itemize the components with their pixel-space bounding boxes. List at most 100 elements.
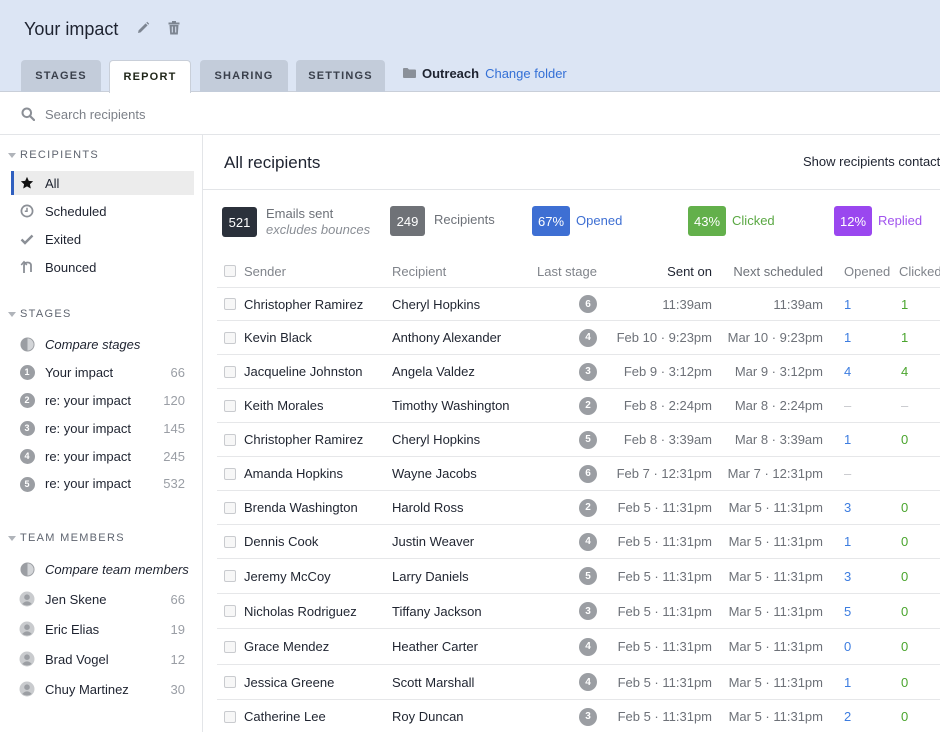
sidebar-item-compare-stages[interactable]: Compare stages: [11, 332, 194, 356]
row-checkbox[interactable]: [224, 399, 236, 412]
search-input[interactable]: [45, 103, 445, 125]
recipient-cell[interactable]: Anthony Alexander: [392, 321, 501, 354]
check-icon: [19, 231, 35, 247]
column-header-sent-on[interactable]: Sent on: [597, 255, 712, 287]
sent-on-cell: Feb 8 · 3:39am: [623, 432, 712, 447]
tab-sharing[interactable]: SHARING: [200, 60, 288, 92]
row-checkbox[interactable]: [224, 433, 236, 446]
clicked-count: 1: [901, 330, 909, 345]
recipient-cell[interactable]: Roy Duncan: [392, 700, 464, 732]
table-row[interactable]: Amanda Hopkins Wayne Jacobs 6 Feb 7 · 12:31…: [217, 457, 940, 491]
table-row[interactable]: Jeremy McCoy Larry Daniels 5 Feb 5 · 11:31p…: [217, 559, 940, 594]
show-contact-toggle[interactable]: Show recipients contact: [803, 154, 940, 169]
recipient-cell[interactable]: Cheryl Hopkins: [392, 423, 480, 456]
column-header-last-stage[interactable]: Last stage: [537, 255, 597, 287]
pencil-icon[interactable]: [136, 21, 152, 37]
column-header-clicked[interactable]: Clicked: [899, 255, 940, 287]
table-row[interactable]: Christopher Ramirez Cheryl Hopkins 5 Feb 8 …: [217, 423, 940, 457]
recipient-cell[interactable]: Wayne Jacobs: [392, 457, 477, 490]
recipient-cell[interactable]: Harold Ross: [392, 491, 464, 524]
sidebar-item-scheduled[interactable]: Scheduled: [11, 199, 194, 223]
row-checkbox[interactable]: [224, 331, 236, 344]
table-row[interactable]: Brenda Washington Harold Ross 2 Feb 5 · 11:…: [217, 491, 940, 525]
row-checkbox[interactable]: [224, 640, 236, 653]
sidebar-item-member[interactable]: Eric Elias 19: [11, 617, 194, 641]
stages-section-toggle[interactable]: STAGES: [8, 308, 72, 320]
recipient-cell[interactable]: Justin Weaver: [392, 525, 474, 558]
caret-down-icon: [8, 535, 16, 541]
recipient-cell[interactable]: Cheryl Hopkins: [392, 288, 480, 320]
column-header-recipient[interactable]: Recipient: [392, 255, 446, 287]
sent-on-cell: Feb 5 · 11:31pm: [617, 709, 712, 724]
sidebar-item-member[interactable]: Brad Vogel 12: [11, 647, 194, 671]
sidebar-item-member[interactable]: Chuy Martinez 30: [11, 677, 194, 701]
sidebar-item-stage-4[interactable]: 4 re: your impact 245: [11, 444, 194, 468]
clicked-count: 0: [901, 639, 909, 654]
row-checkbox[interactable]: [224, 365, 236, 378]
trash-icon[interactable]: [168, 21, 184, 37]
table-row[interactable]: Dennis Cook Justin Weaver 4 Feb 5 · 11:31pm…: [217, 525, 940, 559]
tab-stages[interactable]: STAGES: [21, 60, 101, 92]
stage-badge: 2: [579, 396, 597, 415]
opened-count: 3: [844, 568, 852, 584]
column-header-opened[interactable]: Opened: [844, 255, 890, 287]
row-checkbox[interactable]: [224, 535, 236, 548]
stat-replied[interactable]: 12% Replied: [834, 206, 922, 236]
change-folder-link[interactable]: Change folder: [485, 66, 567, 81]
tab-settings[interactable]: SETTINGS: [296, 60, 385, 92]
opened-count: 3: [844, 500, 852, 515]
sidebar-item-stage-3[interactable]: 3 re: your impact 145: [11, 416, 194, 440]
stat-badge: 43%: [688, 206, 727, 236]
recipients-section-toggle[interactable]: RECIPIENTS: [8, 149, 99, 161]
recipient-cell[interactable]: Tiffany Jackson: [392, 594, 482, 628]
tab-report[interactable]: REPORT: [109, 60, 191, 93]
sidebar-item-compare-team[interactable]: Compare team members: [11, 557, 194, 581]
table-row[interactable]: Kevin Black Anthony Alexander 4 Feb 10 · 9:…: [217, 321, 940, 355]
table-row[interactable]: Nicholas Rodriguez Tiffany Jackson 3 Feb 5 …: [217, 594, 940, 629]
recipient-cell[interactable]: Heather Carter: [392, 629, 478, 664]
sidebar-item-bounced[interactable]: Bounced: [11, 255, 194, 279]
sidebar-item-member[interactable]: Jen Skene 66: [11, 587, 194, 611]
table-row[interactable]: Grace Mendez Heather Carter 4 Feb 5 · 11:31…: [217, 629, 940, 665]
recipients-table: Sender Recipient Last stage Sent on Next…: [217, 255, 940, 732]
table-row[interactable]: Jessica Greene Scott Marshall 4 Feb 5 · 11:…: [217, 665, 940, 700]
sidebar-item-count: 66: [170, 591, 185, 607]
recipient-cell[interactable]: Timothy Washington: [392, 389, 510, 422]
sidebar-item-all[interactable]: All: [11, 171, 194, 195]
row-checkbox[interactable]: [224, 298, 236, 310]
sidebar-item-stage-1[interactable]: 1 Your impact 66: [11, 360, 194, 384]
recipient-cell[interactable]: Larry Daniels: [392, 559, 469, 593]
divider: [203, 189, 940, 190]
row-checkbox[interactable]: [224, 570, 236, 582]
sidebar-item-stage-5[interactable]: 5 re: your impact 532: [11, 472, 194, 492]
opened-count: 1: [844, 674, 852, 690]
stage-badge: 6: [579, 295, 597, 313]
stat-opened[interactable]: 67% Opened: [532, 206, 622, 236]
row-checkbox[interactable]: [224, 605, 236, 617]
row-checkbox[interactable]: [224, 467, 236, 480]
team-section-toggle[interactable]: TEAM MEMBERS: [8, 532, 125, 544]
column-header-next-scheduled[interactable]: Next scheduled: [712, 255, 823, 287]
row-checkbox[interactable]: [224, 501, 236, 514]
sidebar-item-label: Exited: [45, 231, 82, 247]
column-header-sender[interactable]: Sender: [244, 255, 286, 287]
table-row[interactable]: Jacqueline Johnston Angela Valdez 3 Feb 9 ·…: [217, 355, 940, 389]
stat-recipients: 249 Recipients: [390, 206, 495, 236]
stage-badge: 4: [579, 532, 597, 551]
stat-clicked[interactable]: 43% Clicked: [688, 206, 775, 236]
sidebar-item-exited[interactable]: Exited: [11, 227, 194, 251]
recipient-cell[interactable]: Angela Valdez: [392, 355, 475, 388]
table-row[interactable]: Christopher Ramirez Cheryl Hopkins 6 11:39a…: [217, 288, 940, 321]
recipient-cell[interactable]: Scott Marshall: [392, 665, 474, 699]
folder-icon: [403, 66, 416, 81]
sent-on-cell: Feb 5 · 11:31pm: [617, 639, 712, 654]
user-avatar-icon: [19, 591, 35, 607]
row-checkbox[interactable]: [224, 710, 236, 723]
select-all-checkbox[interactable]: [224, 265, 236, 277]
sender-cell: Amanda Hopkins: [244, 466, 343, 481]
next-scheduled-cell: Mar 5 · 11:31pm: [728, 568, 823, 584]
table-row[interactable]: Keith Morales Timothy Washington 2 Feb 8 · …: [217, 389, 940, 423]
row-checkbox[interactable]: [224, 676, 236, 688]
table-row[interactable]: Catherine Lee Roy Duncan 3 Feb 5 · 11:31pm M…: [217, 700, 940, 732]
sidebar-item-stage-2[interactable]: 2 re: your impact 120: [11, 388, 194, 412]
